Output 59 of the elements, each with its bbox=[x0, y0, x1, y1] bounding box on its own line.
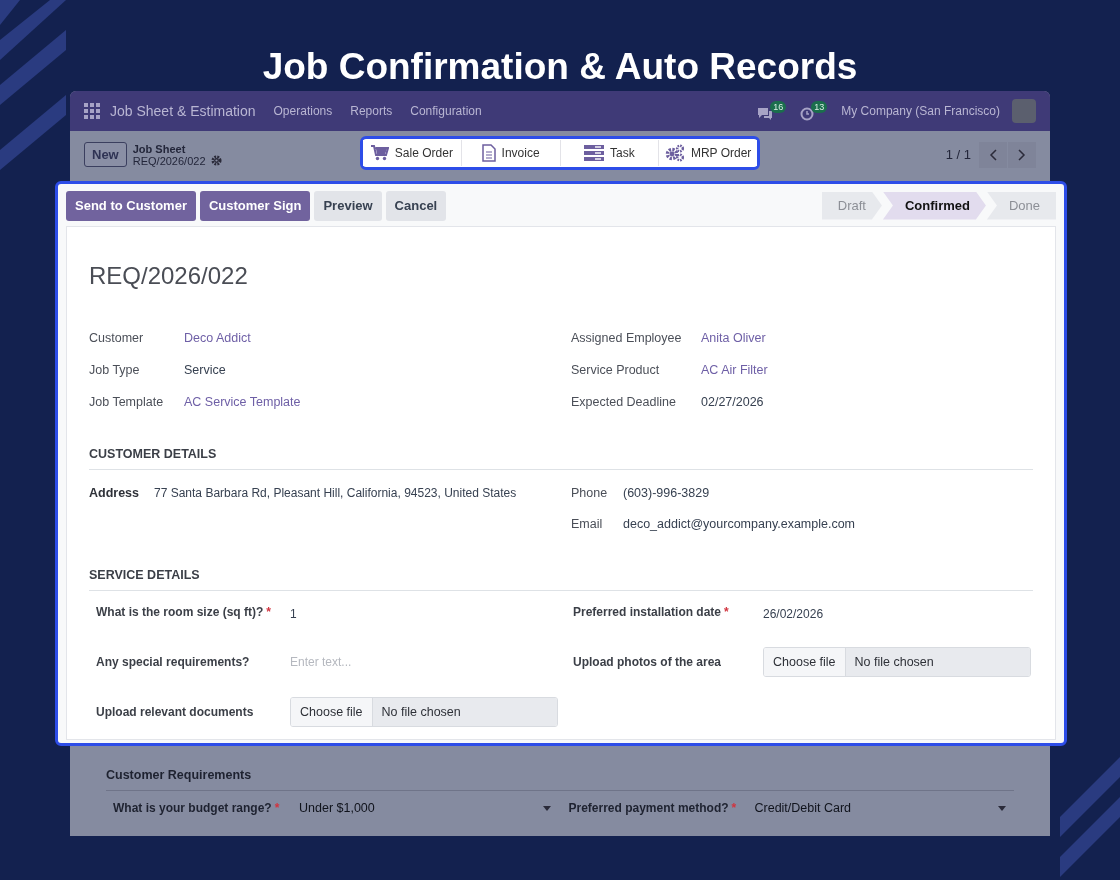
required-mark: * bbox=[731, 801, 737, 815]
question-label: Preferred payment method? bbox=[568, 801, 729, 815]
field-value: Service bbox=[184, 363, 226, 377]
breadcrumb-link[interactable]: Job Sheet bbox=[132, 142, 222, 155]
field-value: (603)-996-3829 bbox=[623, 486, 710, 502]
message-count-badge: 16 bbox=[770, 101, 787, 113]
field-label: Service Product bbox=[571, 363, 661, 377]
action-button[interactable]: Send to Customer bbox=[66, 190, 196, 221]
record-name: REQ/2026/022 bbox=[132, 154, 206, 167]
app-name[interactable]: Job Sheet & Estimation bbox=[110, 103, 256, 119]
field-value: 02/27/2026 bbox=[701, 395, 764, 409]
record-title: REQ/2026/022 bbox=[89, 261, 249, 291]
question-label: What is the room size (sq ft)? bbox=[96, 605, 264, 619]
select-field[interactable]: Credit/Debit Card bbox=[754, 801, 1014, 815]
answer-field[interactable]: 1 bbox=[290, 605, 297, 621]
action-button[interactable]: Preview bbox=[314, 190, 382, 221]
menu-item[interactable]: Operations bbox=[273, 104, 333, 118]
field-link[interactable]: Anita Oliver bbox=[701, 331, 766, 345]
question-label: Preferred installation date bbox=[573, 605, 722, 619]
company-switcher[interactable]: My Company (San Francisco) bbox=[841, 104, 1000, 118]
question-label: Any special requirements? bbox=[96, 655, 250, 669]
field-label: Job Template bbox=[89, 395, 165, 409]
page-title: Job Confirmation & Auto Records bbox=[261, 45, 859, 89]
required-mark: * bbox=[266, 605, 271, 619]
answer-field[interactable]: 26/02/2026 bbox=[763, 605, 824, 621]
menu-item[interactable]: Configuration bbox=[410, 104, 482, 118]
smart-button[interactable]: Sale Order bbox=[363, 140, 462, 166]
required-mark: * bbox=[274, 801, 280, 815]
field-label: Customer bbox=[89, 331, 145, 345]
section-heading: CUSTOMER DETAILS bbox=[89, 447, 1033, 470]
messages-button[interactable]: 16 bbox=[757, 101, 787, 121]
section-heading: SERVICE DETAILS bbox=[89, 568, 1033, 591]
file-input[interactable]: Choose file No file chosen bbox=[763, 647, 1031, 677]
field-link[interactable]: AC Air Filter bbox=[701, 363, 768, 377]
question-label: Upload photos of the area bbox=[573, 655, 721, 669]
select-field[interactable]: Under $1,000 bbox=[299, 801, 559, 815]
pager-counter: 1 / 1 bbox=[945, 147, 971, 162]
field-label: Assigned Employee bbox=[571, 331, 683, 345]
activity-count-badge: 13 bbox=[811, 101, 828, 113]
field-label: Phone bbox=[571, 486, 609, 502]
action-button[interactable]: Customer Sign bbox=[199, 190, 311, 221]
menu-item[interactable]: Reports bbox=[350, 104, 393, 118]
required-mark: * bbox=[724, 605, 729, 619]
field-link[interactable]: Deco Addict bbox=[184, 331, 251, 345]
address-text: 77 Santa Barbara Rd, Pleasant Hill, California, 94523, United States bbox=[154, 486, 517, 500]
field-link[interactable]: AC Service Template bbox=[184, 395, 301, 409]
action-button[interactable]: Cancel bbox=[385, 190, 447, 221]
field-value: deco_addict@yourcompany.example.com bbox=[623, 517, 856, 533]
activities-button[interactable]: 13 bbox=[800, 101, 828, 121]
section-heading: Customer Requirements bbox=[106, 768, 1014, 791]
field-label: Address bbox=[89, 486, 141, 500]
field-label: Expected Deadline bbox=[571, 395, 677, 409]
stage-step[interactable]: Confirmed bbox=[882, 191, 986, 220]
question-label: Upload relevant documents bbox=[96, 705, 254, 719]
new-button[interactable]: New bbox=[84, 142, 127, 167]
field-label: Email bbox=[571, 517, 604, 533]
question-label: What is your budget range? bbox=[113, 801, 272, 815]
file-input[interactable]: Choose file No file chosen bbox=[290, 697, 558, 727]
field-label: Job Type bbox=[89, 363, 141, 377]
